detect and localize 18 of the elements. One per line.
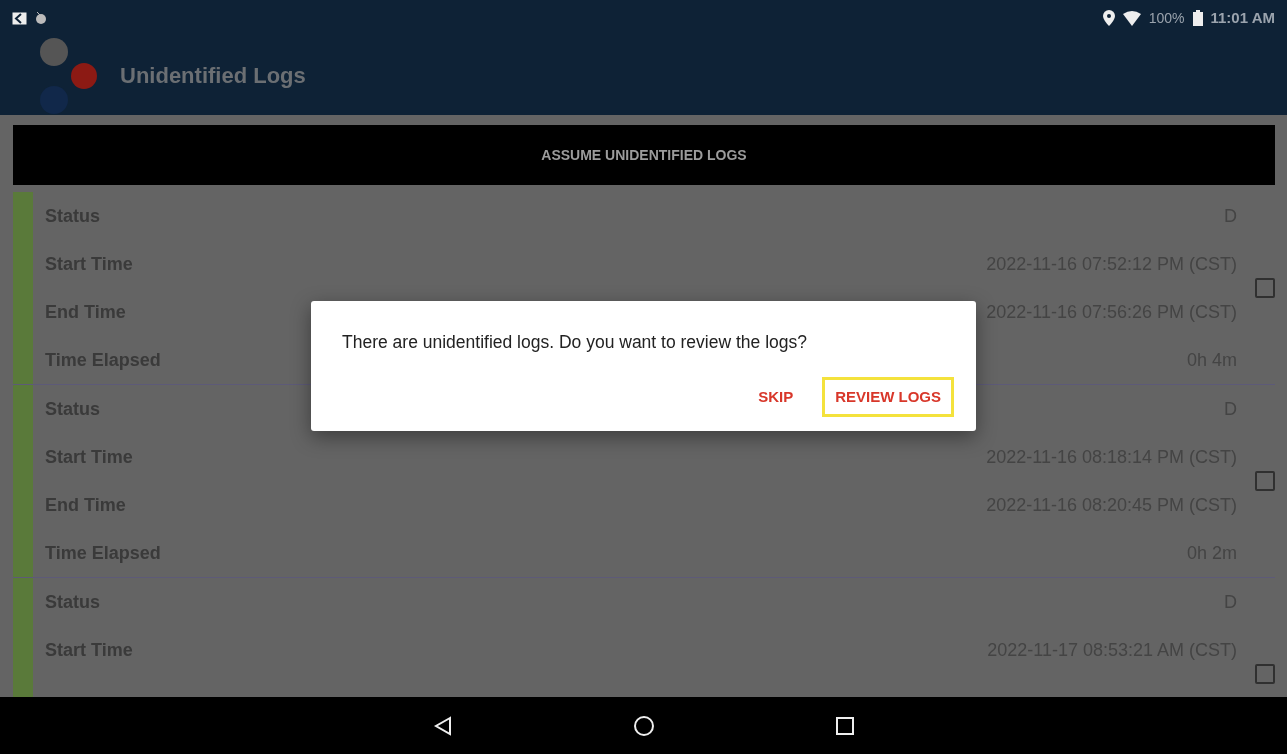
location-pin-icon <box>1102 10 1115 26</box>
back-icon[interactable] <box>432 715 453 736</box>
dialog-button[interactable]: SKIP <box>745 376 807 417</box>
checkbox[interactable] <box>1255 663 1275 684</box>
clock-time: 11:01 AM <box>1210 7 1275 28</box>
battery-icon <box>1192 10 1203 26</box>
checkbox[interactable] <box>1255 278 1275 298</box>
back-icon <box>12 11 27 25</box>
dialog-message: There are unidentified logs. Do you want to review the logs? <box>342 331 808 354</box>
screen-title: Unidentified Logs <box>120 62 306 90</box>
recent-apps-icon[interactable] <box>834 715 855 736</box>
wifi-icon <box>1122 10 1141 26</box>
dialog-button[interactable]: REVIEW LOGS <box>822 376 954 417</box>
battery-percent: 100% <box>1148 8 1185 28</box>
notification-icon <box>35 11 47 25</box>
checkbox[interactable] <box>1255 471 1275 491</box>
home-icon[interactable] <box>632 714 655 737</box>
assume-logs-button[interactable]: ASSUME UNIDENTIFIED LOGS <box>13 125 1275 185</box>
